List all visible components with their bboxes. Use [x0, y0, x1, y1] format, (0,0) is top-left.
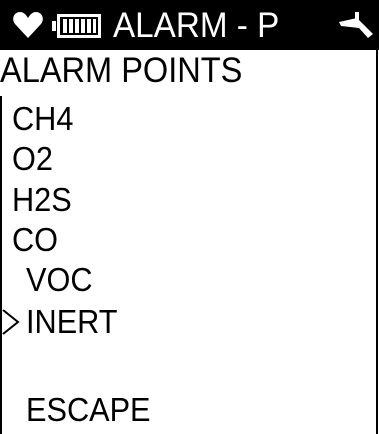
menu-item-inert[interactable]: INERT [26, 302, 118, 342]
menu-item-h2s[interactable]: H2S [12, 180, 72, 220]
chevron-right-icon [2, 309, 20, 335]
section-header: ALARM POINTS [0, 51, 243, 90]
left-border [0, 96, 2, 434]
right-border [376, 50, 378, 434]
title-bar: ALARM - P [0, 0, 379, 50]
device-screen: ALARM - P ALARM POINTS CH4 O2 H2S CO VOC… [0, 0, 379, 434]
menu-item-escape[interactable]: ESCAPE [26, 390, 151, 430]
menu-item-voc[interactable]: VOC [26, 260, 93, 300]
battery-icon [52, 14, 101, 38]
menu-item-co[interactable]: CO [12, 220, 58, 260]
menu-item-o2[interactable]: O2 [12, 139, 53, 179]
menu-item-ch4[interactable]: CH4 [12, 99, 73, 139]
pump-icon [339, 12, 373, 38]
screen-title: ALARM - P [113, 6, 280, 45]
heart-icon [13, 12, 43, 38]
